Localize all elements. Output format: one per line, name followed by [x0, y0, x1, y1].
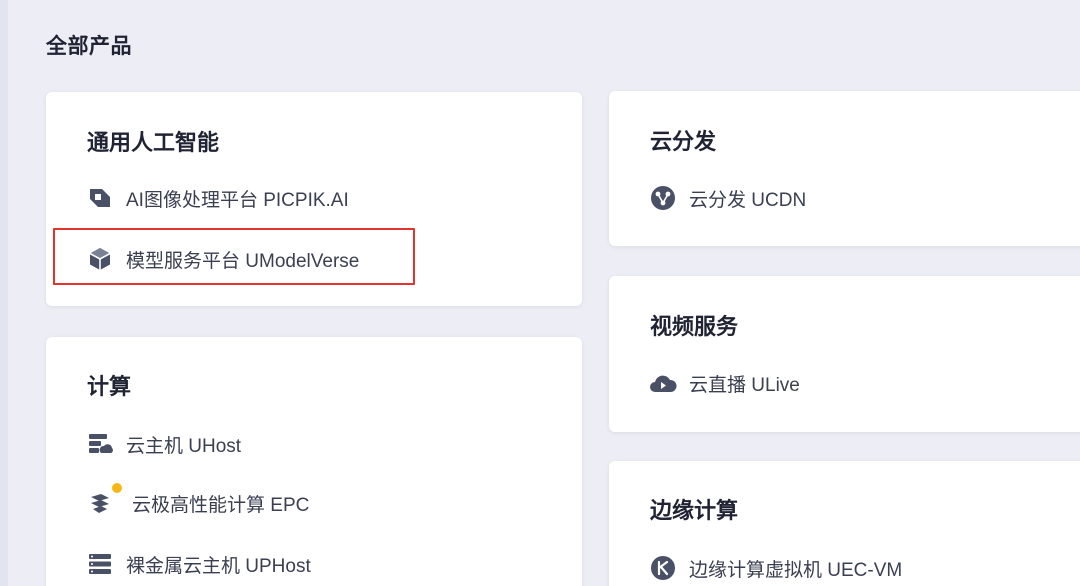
edge-vm-icon	[647, 552, 679, 584]
product-epc[interactable]: 云极高性能计算 EPC	[84, 481, 310, 523]
card-compute: 计算 云主机 UHost 云极高性能计算 EPC 裸金属云主机 UPHost	[46, 337, 582, 586]
card-title-general-ai: 通用人工智能	[87, 130, 220, 155]
card-cdn: 云分发 云分发 UCDN	[609, 91, 1080, 246]
product-uhost[interactable]: 云主机 UHost	[84, 424, 241, 464]
card-title-cdn: 云分发	[650, 129, 717, 154]
live-cloud-icon	[647, 367, 679, 399]
product-label: 云分发 UCDN	[689, 189, 807, 211]
card-title-edge: 边缘计算	[650, 498, 739, 523]
left-edge-divider	[0, 0, 8, 586]
product-label: 边缘计算虚拟机 UEC-VM	[689, 559, 903, 581]
product-label: 云极高性能计算 EPC	[132, 494, 310, 516]
card-title-compute: 计算	[87, 374, 132, 399]
highlight-box	[53, 228, 415, 285]
card-video: 视频服务 云直播 ULive	[609, 276, 1080, 432]
product-label: AI图像处理平台 PICPIK.AI	[126, 189, 349, 211]
product-ucdn[interactable]: 云分发 UCDN	[647, 178, 806, 218]
product-label: 云主机 UHost	[126, 435, 242, 457]
distribution-icon	[647, 182, 679, 214]
card-edge: 边缘计算 边缘计算虚拟机 UEC-VM	[609, 461, 1080, 586]
image-processing-icon	[84, 182, 116, 214]
product-uec-vm[interactable]: 边缘计算虚拟机 UEC-VM	[647, 548, 902, 586]
card-title-video: 视频服务	[650, 314, 739, 339]
product-picpik-ai[interactable]: AI图像处理平台 PICPIK.AI	[84, 178, 349, 218]
product-uphost[interactable]: 裸金属云主机 UPHost	[84, 544, 311, 584]
server-cloud-icon	[84, 428, 116, 460]
hpc-icon	[84, 481, 124, 519]
product-ulive[interactable]: 云直播 ULive	[647, 363, 800, 403]
product-label: 云直播 ULive	[689, 374, 800, 396]
product-label: 裸金属云主机 UPHost	[126, 555, 311, 577]
notification-badge	[110, 481, 124, 495]
page-title: 全部产品	[46, 35, 132, 58]
bare-metal-icon	[84, 548, 116, 580]
